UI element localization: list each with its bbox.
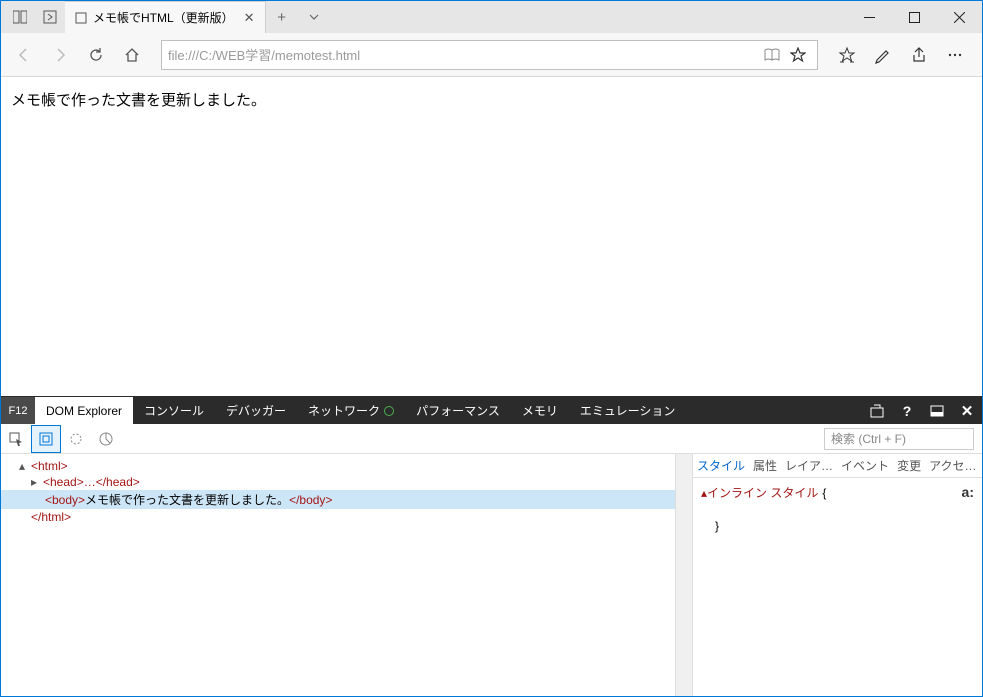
devtools-close-icon[interactable]: ✕ [952, 402, 982, 420]
style-body: ▴インライン スタイル{ } a: [693, 478, 982, 696]
dom-node-body[interactable]: <body>メモ帳で作った文書を更新しました。</body> [1, 490, 675, 509]
titlebar-left [1, 1, 65, 33]
tab-memory[interactable]: メモリ [511, 397, 569, 424]
browser-tab[interactable]: メモ帳でHTML（更新版） ✕ [65, 1, 266, 33]
style-tab-change[interactable]: 変更 [897, 457, 921, 474]
title-bar: メモ帳でHTML（更新版） ✕ + [1, 1, 982, 33]
toolbar-right [830, 38, 976, 72]
tab-title: メモ帳でHTML（更新版） [93, 9, 234, 26]
select-element-icon[interactable] [1, 425, 31, 453]
window-controls [847, 1, 982, 33]
tab-performance[interactable]: パフォーマンス [405, 397, 511, 424]
refresh-button[interactable] [79, 38, 113, 72]
styles-panel: スタイル 属性 レイア… イベント 変更 アクセ… ▴インライン スタイル{ }… [692, 454, 982, 696]
more-icon[interactable] [938, 38, 972, 72]
devtools-right: ? ✕ [862, 397, 982, 424]
home-button[interactable] [115, 38, 149, 72]
devtools-panel: F12 DOM Explorer コンソール デバッガー ネットワーク パフォー… [1, 396, 982, 696]
inline-style-rule[interactable]: ▴インライン スタイル{ [701, 484, 974, 501]
help-icon[interactable]: ? [892, 403, 922, 419]
tab-network[interactable]: ネットワーク [297, 397, 405, 424]
style-tab-layout[interactable]: レイア… [785, 457, 833, 474]
record-icon [384, 406, 394, 416]
devtools-body: ▴<html> ▸<head>…</head> <body>メモ帳で作った文書を… [1, 454, 982, 696]
devtools-toolbar: 検索 (Ctrl + F) [1, 424, 982, 454]
f12-label: F12 [1, 397, 35, 424]
style-tab-access[interactable]: アクセ… [929, 457, 976, 474]
dom-node-head[interactable]: ▸<head>…</head> [1, 474, 675, 490]
browser-toolbar [1, 33, 982, 77]
favorite-star-icon[interactable] [785, 47, 811, 63]
style-tabs: スタイル 属性 レイア… イベント 変更 アクセ… [693, 454, 982, 478]
set-aside-icon[interactable] [5, 2, 35, 32]
favorites-hub-icon[interactable] [830, 38, 864, 72]
tab-emulation[interactable]: エミュレーション [569, 397, 687, 424]
address-bar[interactable] [161, 40, 818, 70]
color-picker-icon[interactable] [61, 425, 91, 453]
page-icon [75, 12, 87, 24]
pseudo-selector-icon[interactable]: a: [962, 484, 974, 500]
tab-debugger[interactable]: デバッガー [215, 397, 297, 424]
notes-icon[interactable] [866, 38, 900, 72]
style-tab-event[interactable]: イベント [841, 457, 889, 474]
style-tab-style[interactable]: スタイル [697, 457, 745, 474]
maximize-button[interactable] [892, 1, 937, 33]
devtools-tabs: F12 DOM Explorer コンソール デバッガー ネットワーク パフォー… [1, 397, 982, 424]
forward-button[interactable] [43, 38, 77, 72]
dom-node-html-close[interactable]: </html> [1, 509, 675, 525]
close-window-button[interactable] [937, 1, 982, 33]
accessibility-icon[interactable] [91, 425, 121, 453]
dom-tree[interactable]: ▴<html> ▸<head>…</head> <body>メモ帳で作った文書を… [1, 454, 675, 696]
unpin-icon[interactable] [862, 404, 892, 418]
highlight-icon[interactable] [31, 425, 61, 453]
dock-icon[interactable] [922, 405, 952, 417]
close-brace: } [701, 519, 974, 533]
tab-chevron-icon[interactable] [298, 1, 330, 33]
tabs-aside-icon[interactable] [35, 2, 65, 32]
tab-dom-explorer[interactable]: DOM Explorer [35, 397, 133, 424]
share-icon[interactable] [902, 38, 936, 72]
reading-view-icon[interactable] [759, 48, 785, 62]
tab-actions: + [266, 1, 330, 33]
body-text: メモ帳で作った文書を更新しました。 [11, 92, 266, 109]
back-button[interactable] [7, 38, 41, 72]
tab-close-button[interactable]: ✕ [244, 10, 255, 26]
tab-overflow-icon[interactable] [686, 397, 694, 424]
url-input[interactable] [168, 47, 759, 62]
dom-node-html[interactable]: ▴<html> [1, 458, 675, 474]
minimize-button[interactable] [847, 1, 892, 33]
tab-console[interactable]: コンソール [133, 397, 215, 424]
style-tab-attr[interactable]: 属性 [753, 457, 777, 474]
page-content: メモ帳で作った文書を更新しました。 [1, 77, 982, 396]
dom-scrollbar[interactable] [675, 454, 692, 696]
devtools-search[interactable]: 検索 (Ctrl + F) [824, 428, 974, 450]
new-tab-button[interactable]: + [266, 1, 298, 33]
